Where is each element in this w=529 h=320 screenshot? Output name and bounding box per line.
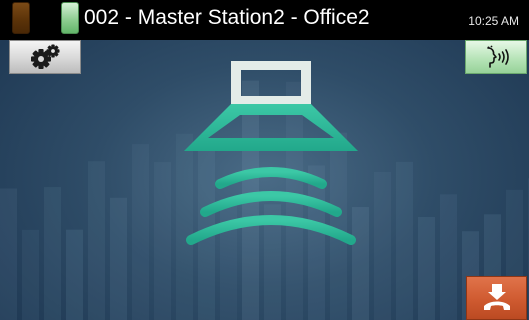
sound-wave-3: [186, 215, 356, 245]
sound-wave-1: [215, 167, 327, 189]
speaker-body-base: [231, 96, 311, 104]
intercom-screen: 002 - Master Station2 - Office2 10:25 AM: [0, 0, 529, 320]
speaker-horn: [184, 104, 358, 151]
hang-up-phone-icon: [483, 284, 510, 310]
sound-wave-2: [200, 191, 342, 217]
hang-up-button[interactable]: [466, 276, 527, 320]
speaker-sound-waves-icon: [184, 61, 358, 245]
